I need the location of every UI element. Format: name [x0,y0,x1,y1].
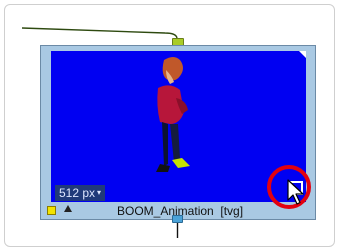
character-thumbnail-image [156,57,190,172]
resolution-label: 512 px [59,186,96,200]
arrow-cursor-icon [287,179,304,205]
thumbnail-corner-icon [299,51,306,58]
resolution-caret-icon: ▾ [97,188,102,197]
color-swatch-icon[interactable] [47,206,56,215]
input-wire[interactable] [21,27,178,39]
output-port-icon[interactable] [172,215,183,223]
resolution-dropdown[interactable]: 512 px ▾ [55,185,106,201]
triangle-up-icon[interactable] [64,205,72,212]
node-name: BOOM_Animation [117,204,214,218]
node-type: [tvg] [220,204,244,218]
